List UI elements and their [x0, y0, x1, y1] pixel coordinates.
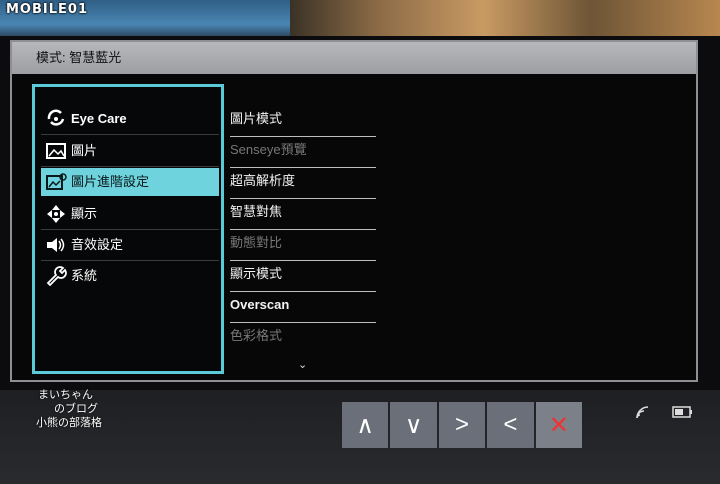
menu-item-display[interactable]: 顯示: [41, 200, 219, 228]
up-button[interactable]: ∧: [342, 402, 389, 448]
submenu-display-mode[interactable]: 顯示模式: [230, 261, 376, 292]
signal-icon: [636, 406, 649, 419]
picture-icon: [46, 143, 66, 159]
menu-item-label: 音效設定: [71, 237, 124, 252]
osd-window: 模式: 智慧藍光 Eye Care 圖片 圖片進階設定 顯示 音效設定 系統 圖…: [10, 40, 698, 382]
submenu-senseye-preview[interactable]: Senseye預覽: [230, 137, 376, 168]
menu-item-picture-advanced[interactable]: 圖片進階設定: [41, 168, 219, 196]
submenu-dynamic-contrast[interactable]: 動態對比: [230, 230, 376, 261]
battery-icon: [672, 406, 692, 418]
signature-line: まいちゃん: [38, 389, 93, 401]
menu-item-system[interactable]: 系統: [41, 262, 219, 290]
menu-item-picture[interactable]: 圖片: [41, 137, 219, 165]
speaker-icon: [47, 238, 65, 252]
hotkey-button-bar: ∧ ∨ > < ✕: [342, 402, 584, 448]
menu-item-label: 圖片進階設定: [71, 174, 150, 189]
close-button[interactable]: ✕: [535, 402, 583, 448]
submenu-super-resolution[interactable]: 超高解析度: [230, 168, 376, 199]
blog-signature: まいちゃん のブログ 小熊の部落格: [8, 388, 128, 458]
submenu-color-format[interactable]: 色彩格式: [230, 323, 376, 353]
scroll-down-indicator-icon: ⌄: [298, 359, 308, 371]
submenu-overscan[interactable]: Overscan: [230, 292, 376, 323]
submenu-picture-mode[interactable]: 圖片模式: [230, 106, 376, 137]
menu-item-label: 系統: [71, 268, 98, 283]
down-button[interactable]: ∨: [390, 402, 437, 448]
eye-care-icon: [47, 109, 65, 126]
left-button[interactable]: <: [487, 402, 534, 448]
menu-item-audio[interactable]: 音效設定: [41, 231, 219, 259]
menu-item-eye-care[interactable]: Eye Care: [41, 105, 219, 133]
display-icon: [47, 205, 65, 223]
submenu-smart-focus[interactable]: 智慧對焦: [230, 199, 376, 230]
watermark-logo: MOBILE01: [6, 2, 88, 17]
signature-line: のブログ: [54, 403, 98, 415]
osd-title: 模式: 智慧藍光: [12, 42, 696, 74]
signature-line: 小熊の部落格: [36, 417, 102, 429]
menu-item-label: 顯示: [71, 206, 98, 221]
picture-advanced-icon: [46, 173, 67, 190]
menu-item-label: Eye Care: [71, 111, 127, 126]
right-button[interactable]: >: [438, 402, 486, 448]
wrench-icon: [46, 266, 67, 286]
main-menu-panel: Eye Care 圖片 圖片進階設定 顯示 音效設定 系統: [32, 84, 224, 374]
menu-item-label: 圖片: [71, 143, 98, 158]
